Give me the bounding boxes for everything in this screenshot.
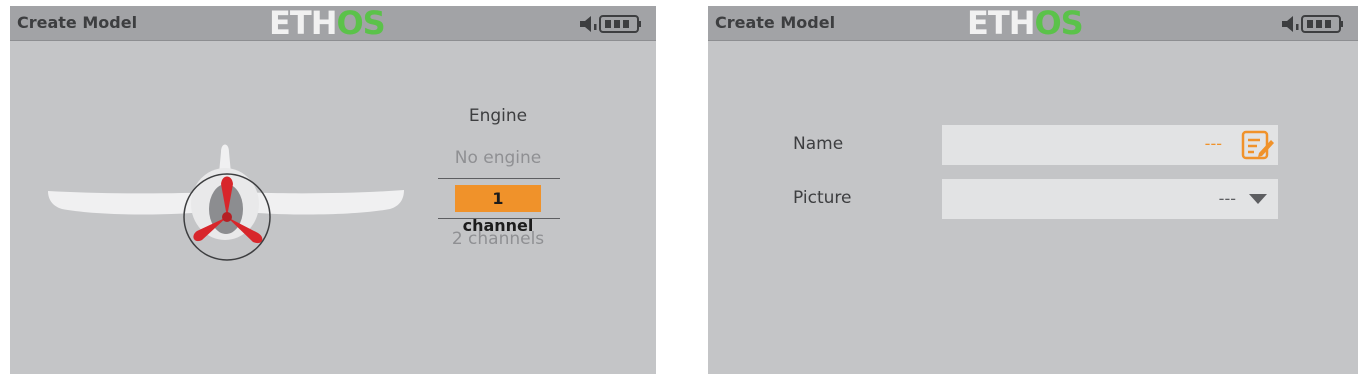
picture-dropdown[interactable]: --- xyxy=(942,179,1278,219)
menu-divider xyxy=(438,178,560,179)
status-icons xyxy=(1282,15,1343,33)
engine-heading: Engine xyxy=(468,106,528,126)
option-1-channel-selected[interactable]: 1 channel xyxy=(455,185,541,235)
edit-icon[interactable] xyxy=(1240,129,1276,161)
screen-title: Create Model xyxy=(17,13,138,32)
picture-value: --- xyxy=(1218,189,1236,208)
airplane-icon xyxy=(48,144,404,261)
volume-icon xyxy=(1282,16,1299,32)
name-label: Name xyxy=(793,134,844,154)
volume-icon xyxy=(580,16,597,32)
ethos-logo: ETHOS xyxy=(269,6,386,42)
name-value: --- xyxy=(1204,134,1222,153)
menu-divider xyxy=(438,218,560,219)
option-2-channels[interactable]: 2 channels xyxy=(438,229,558,249)
dropdown-arrow-icon[interactable] xyxy=(1248,193,1268,205)
title-bar: Create Model ETHOS xyxy=(708,6,1358,42)
name-field[interactable]: --- xyxy=(942,125,1278,165)
title-bar: Create Model ETHOS xyxy=(10,6,656,42)
battery-icon xyxy=(1301,15,1343,33)
option-no-engine[interactable]: No engine xyxy=(438,148,558,168)
ethos-logo: ETHOS xyxy=(967,6,1084,42)
battery-icon xyxy=(599,15,641,33)
screen-title: Create Model xyxy=(715,13,836,32)
status-icons xyxy=(580,15,641,33)
create-model-name-screen: Create Model ETHOS Name --- Picture --- xyxy=(708,6,1358,374)
picture-label: Picture xyxy=(793,188,852,208)
create-model-engine-screen: Create Model ETHOS Engine No engine 1 ch… xyxy=(10,6,656,374)
